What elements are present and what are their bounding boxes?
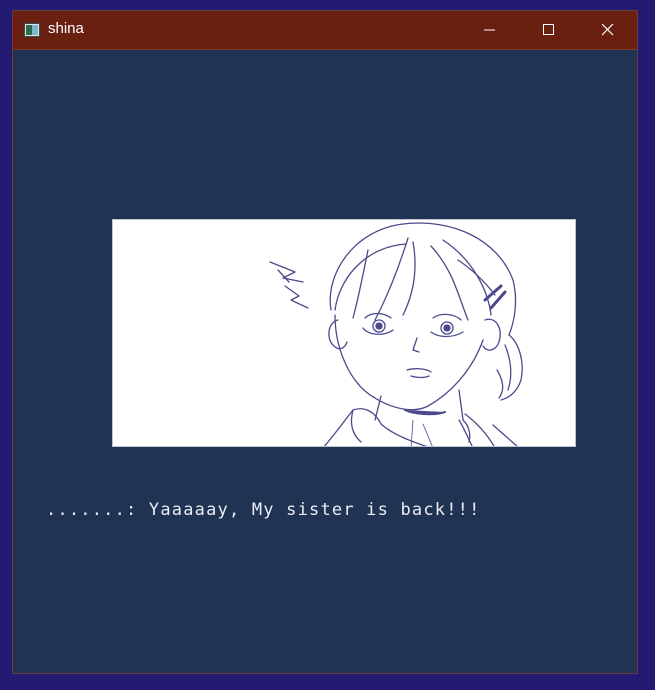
maximize-icon xyxy=(543,24,554,35)
game-window: shina .......: Yaaaaay, My sister is bac… xyxy=(12,10,638,674)
dialogue-separator: : xyxy=(126,500,149,520)
title-bar[interactable]: shina xyxy=(13,11,637,50)
minimize-button[interactable] xyxy=(461,11,519,49)
character-portrait xyxy=(269,222,523,446)
close-button[interactable] xyxy=(579,11,637,49)
close-icon xyxy=(602,24,614,36)
dialogue-text: Yaaaaay, My sister is back!!! xyxy=(148,500,481,520)
dialogue-line: .......: Yaaaaay, My sister is back!!! xyxy=(46,500,481,520)
dialogue-speaker: ....... xyxy=(46,500,127,520)
character-portrait-frame xyxy=(112,219,576,447)
maximize-button[interactable] xyxy=(520,11,578,49)
window-title: shina xyxy=(48,20,84,37)
app-window-icon xyxy=(24,23,40,37)
game-scene[interactable]: .......: Yaaaaay, My sister is back!!! xyxy=(13,50,637,673)
minimize-icon xyxy=(484,29,495,31)
